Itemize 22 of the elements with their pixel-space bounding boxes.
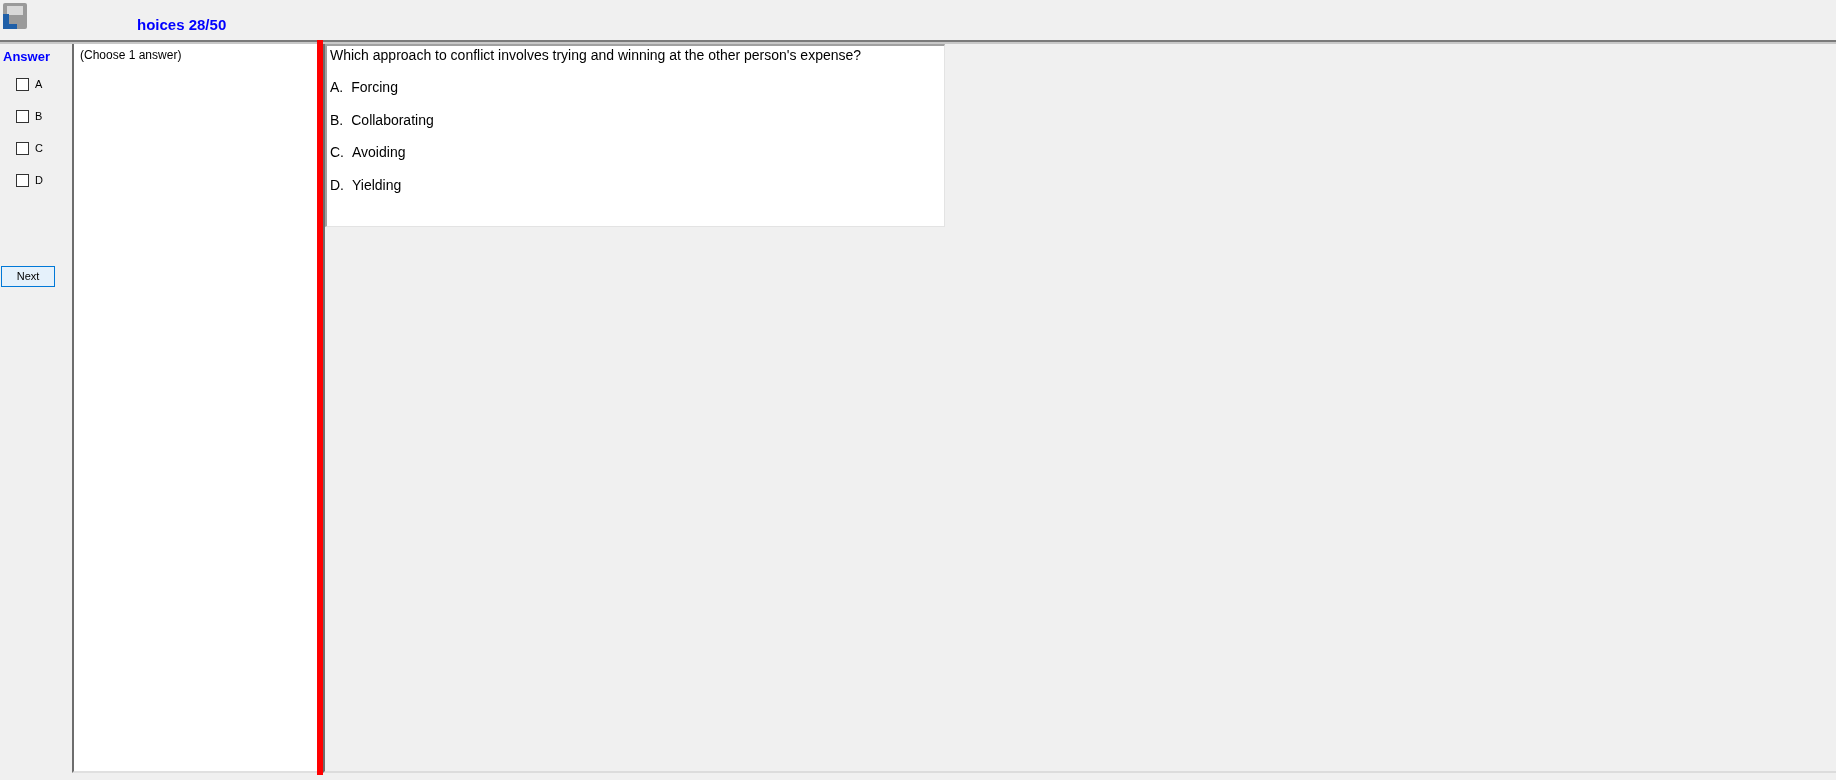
option-text: Forcing — [351, 79, 398, 95]
checkbox[interactable] — [16, 174, 29, 187]
option-letter: A. — [330, 79, 344, 95]
checkbox[interactable] — [16, 142, 29, 155]
instruction-text: (Choose 1 answer) — [80, 48, 183, 62]
checkbox-label: D — [35, 174, 43, 187]
option-text: Collaborating — [351, 112, 434, 128]
next-button[interactable]: Next — [1, 266, 55, 287]
checkbox[interactable] — [16, 110, 29, 123]
app-icon — [2, 2, 28, 30]
checkbox-label: A — [35, 78, 43, 91]
answer-heading: Answer — [3, 50, 51, 64]
option-letter: C. — [330, 144, 344, 160]
option-letter: B. — [330, 112, 344, 128]
window-title: hoices 28/50 — [137, 16, 227, 34]
checkbox[interactable] — [16, 78, 29, 91]
checkbox-label: C — [35, 142, 43, 155]
option-text: Yielding — [352, 177, 402, 193]
question-text: Which approach to conflict involves trying and winning at the other person's expense? — [330, 47, 863, 63]
checkbox-label: B — [35, 110, 43, 123]
option-text: Avoiding — [352, 144, 406, 160]
option-letter: D. — [330, 177, 344, 193]
